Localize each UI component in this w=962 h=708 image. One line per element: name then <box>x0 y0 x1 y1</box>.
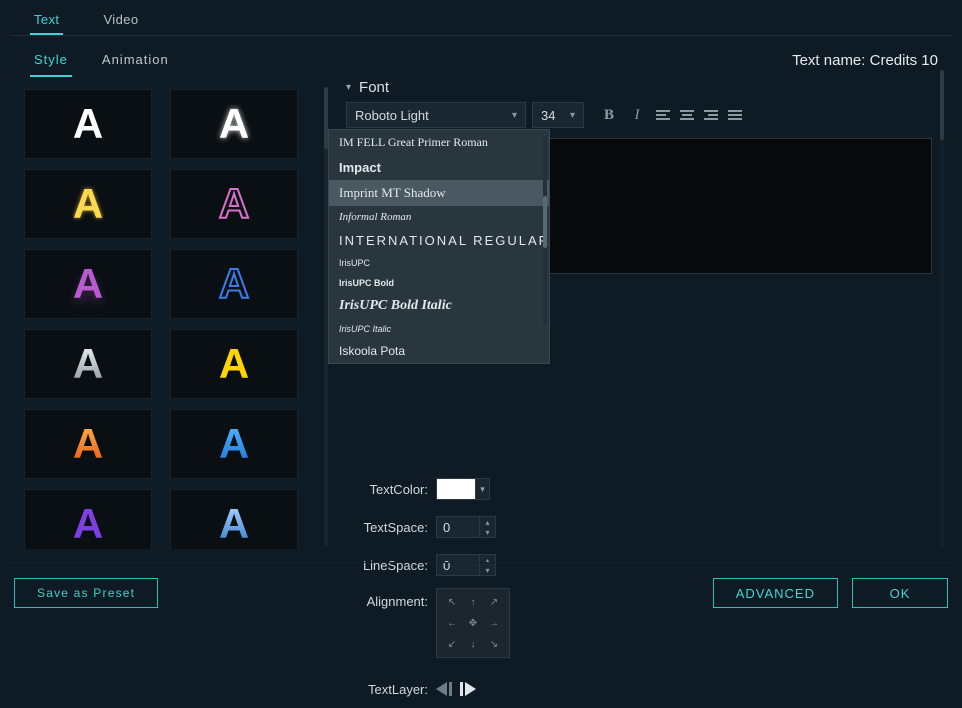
secondary-row: Style Animation Text name: Credits 10 <box>0 36 962 77</box>
tab-video[interactable]: Video <box>99 6 142 35</box>
style-sample-glyph: A <box>219 423 249 465</box>
style-sample-glyph: A <box>219 503 249 545</box>
triangle-right-icon <box>465 682 514 696</box>
style-sample-glyph: A <box>219 103 249 145</box>
style-swatch[interactable]: A <box>24 409 152 479</box>
textlayer-nav <box>436 682 514 696</box>
font-option[interactable]: Imprint MT Shadow <box>329 180 549 206</box>
bottom-bar: Save as Preset ADVANCED OK <box>0 563 962 623</box>
style-swatch[interactable]: A <box>170 409 298 479</box>
style-swatch[interactable]: A <box>24 249 152 319</box>
subtab-animation[interactable]: Animation <box>98 44 173 77</box>
top-tabs: Text Video <box>0 0 962 35</box>
format-buttons: B I <box>600 106 742 124</box>
font-option[interactable]: IrisUPC Bold <box>329 273 549 293</box>
font-option[interactable]: IrisUPC <box>329 253 549 273</box>
font-size-select[interactable]: 34 ▾ <box>532 102 584 128</box>
style-swatch[interactable]: A <box>170 89 298 159</box>
chevron-down-icon: ▾ <box>346 82 351 93</box>
italic-button[interactable]: I <box>628 106 646 124</box>
font-family-select[interactable]: Roboto Light ▾ <box>346 102 526 128</box>
font-toolbar: Roboto Light ▾ 34 ▾ B I <box>346 102 932 128</box>
chevron-down-icon: ▾ <box>512 110 517 121</box>
font-option[interactable]: Iskoola Pota <box>329 339 549 363</box>
align-bottom-left[interactable]: ↙ <box>443 635 461 653</box>
right-panel-scrollbar[interactable] <box>940 70 944 550</box>
color-swatch <box>437 479 475 499</box>
chevron-down-icon[interactable]: ▾ <box>475 479 489 499</box>
advanced-button[interactable]: ADVANCED <box>713 578 838 608</box>
dropdown-scrollbar[interactable] <box>543 136 547 326</box>
textspace-label: TextSpace: <box>346 520 428 535</box>
align-left-icon[interactable] <box>656 110 670 120</box>
spinner-up-icon[interactable]: ▴ <box>480 517 495 527</box>
style-sample-glyph: A <box>73 183 103 225</box>
font-option[interactable]: Informal Roman <box>329 206 549 228</box>
align-bottom-right[interactable]: ↘ <box>485 635 503 653</box>
bold-button[interactable]: B <box>600 106 618 124</box>
spinner-down-icon[interactable]: ▾ <box>480 527 495 537</box>
align-right-icon[interactable] <box>704 110 718 120</box>
font-dropdown-list: IM FELL Great Primer RomanImpactImprint … <box>328 129 550 364</box>
style-sample-glyph: A <box>219 343 249 385</box>
font-option[interactable]: IM FELL Great Primer Roman <box>329 130 549 155</box>
style-swatch[interactable]: A <box>24 489 152 549</box>
textlayer-prev-button[interactable] <box>436 682 452 696</box>
font-section-header[interactable]: ▾ Font <box>346 79 932 96</box>
subtab-style[interactable]: Style <box>30 44 72 77</box>
font-option[interactable]: IrisUPC Italic <box>329 319 549 339</box>
right-panel: ▾ Font Roboto Light ▾ 34 ▾ B I <box>328 77 952 565</box>
align-center-icon[interactable] <box>680 110 694 120</box>
style-swatch[interactable]: A <box>24 169 152 239</box>
font-option[interactable]: INTERNATIONAL REGULAR <box>329 228 549 253</box>
save-as-preset-button[interactable]: Save as Preset <box>14 578 158 608</box>
textlayer-next-button[interactable] <box>460 682 514 696</box>
align-bottom[interactable]: ↓ <box>464 635 482 653</box>
style-swatch[interactable]: A <box>24 89 152 159</box>
textcolor-picker[interactable]: ▾ <box>436 478 490 500</box>
style-sample-glyph: A <box>73 103 103 145</box>
subtabs: Style Animation <box>30 44 173 77</box>
style-sample-glyph: A <box>73 343 103 385</box>
font-option[interactable]: Impact <box>329 155 549 180</box>
style-sample-glyph: A <box>73 423 103 465</box>
style-sample-glyph: A <box>73 263 103 305</box>
style-swatch[interactable]: A <box>24 329 152 399</box>
textspace-spinner[interactable]: ▴▾ <box>436 516 496 538</box>
ok-button[interactable]: OK <box>852 578 948 608</box>
style-sample-glyph: A <box>73 503 103 545</box>
textlayer-label: TextLayer: <box>346 682 428 697</box>
style-sample-glyph: A <box>219 263 249 305</box>
tab-text[interactable]: Text <box>30 6 63 35</box>
style-swatch[interactable]: A <box>170 249 298 319</box>
text-name-label: Text name: Credits 10 <box>792 52 938 69</box>
style-swatch[interactable]: A <box>170 489 298 549</box>
font-option[interactable]: IrisUPC Bold Italic <box>329 293 549 319</box>
align-justify-icon[interactable] <box>728 110 742 120</box>
chevron-down-icon: ▾ <box>570 110 575 121</box>
main-area: AAAAAAAAAAAA ▾ Font Roboto Light ▾ 34 ▾ … <box>0 77 962 565</box>
style-swatch[interactable]: A <box>170 329 298 399</box>
style-swatch[interactable]: A <box>170 169 298 239</box>
style-sample-glyph: A <box>219 183 249 225</box>
triangle-left-icon <box>436 682 447 696</box>
font-section-title: Font <box>359 79 389 96</box>
textspace-input[interactable] <box>437 517 479 537</box>
style-grid: AAAAAAAAAAAA <box>20 85 320 549</box>
textcolor-label: TextColor: <box>346 482 428 497</box>
